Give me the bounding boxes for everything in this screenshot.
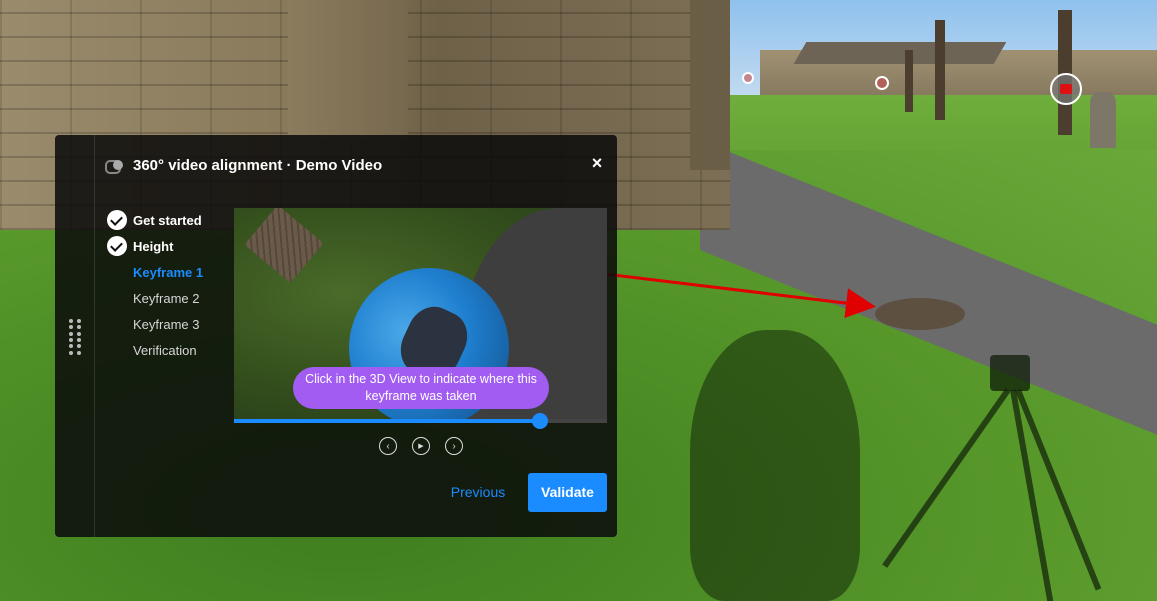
drag-handle-icon[interactable]: [69, 319, 81, 355]
step-item-height[interactable]: Height: [107, 233, 237, 259]
previous-button[interactable]: Previous: [441, 473, 515, 511]
play-icon[interactable]: ▶: [412, 437, 430, 455]
playback-controls: ‹ ▶ ›: [379, 437, 463, 457]
steps-list: Get started Height Keyframe 1 Keyframe 2 Key…: [107, 207, 237, 363]
tree-trunk: [905, 50, 913, 112]
close-icon[interactable]: ×: [590, 154, 604, 172]
chevron-right-icon[interactable]: ›: [445, 437, 463, 455]
keyframe-marker[interactable]: [742, 72, 754, 84]
step-label: Keyframe 2: [133, 290, 200, 306]
dialog-header: 360° video alignment · Demo Video: [105, 155, 605, 175]
photographer-shadow: [690, 330, 860, 601]
dialog-drag-strip[interactable]: [55, 135, 95, 537]
step-label: Height: [133, 238, 174, 254]
dialog-title: 360° video alignment · Demo Video: [133, 156, 383, 174]
video-timeline[interactable]: [234, 413, 607, 429]
timeline-progress: [234, 419, 540, 423]
step-label: Verification: [133, 342, 197, 358]
toggle-icon[interactable]: [105, 160, 125, 174]
gravestone: [1090, 92, 1116, 148]
tripod-shadow: [990, 355, 1030, 391]
step-item-keyframe-3: Keyframe 3: [107, 311, 237, 337]
validate-button[interactable]: Validate: [528, 473, 607, 512]
manhole-cover: [875, 298, 965, 330]
check-icon: [107, 236, 127, 256]
step-item-verification: Verification: [107, 337, 237, 363]
timeline-scrubber[interactable]: [531, 413, 548, 429]
step-item-keyframe-1[interactable]: Keyframe 1: [107, 259, 237, 285]
chevron-left-icon[interactable]: ‹: [379, 437, 397, 455]
video-alignment-dialog: 360° video alignment · Demo Video × Get …: [55, 135, 617, 537]
step-item-keyframe-2: Keyframe 2: [107, 285, 237, 311]
check-icon: [107, 210, 127, 230]
instruction-tooltip: Click in the 3D View to indicate where t…: [293, 367, 549, 409]
step-item-get-started[interactable]: Get started: [107, 207, 237, 233]
keyframe-marker[interactable]: [875, 76, 889, 90]
step-label: Keyframe 1: [133, 264, 204, 280]
camera-position-marker[interactable]: [1050, 73, 1082, 105]
step-label: Get started: [133, 212, 202, 228]
tree-trunk: [935, 20, 945, 120]
step-label: Keyframe 3: [133, 316, 200, 332]
